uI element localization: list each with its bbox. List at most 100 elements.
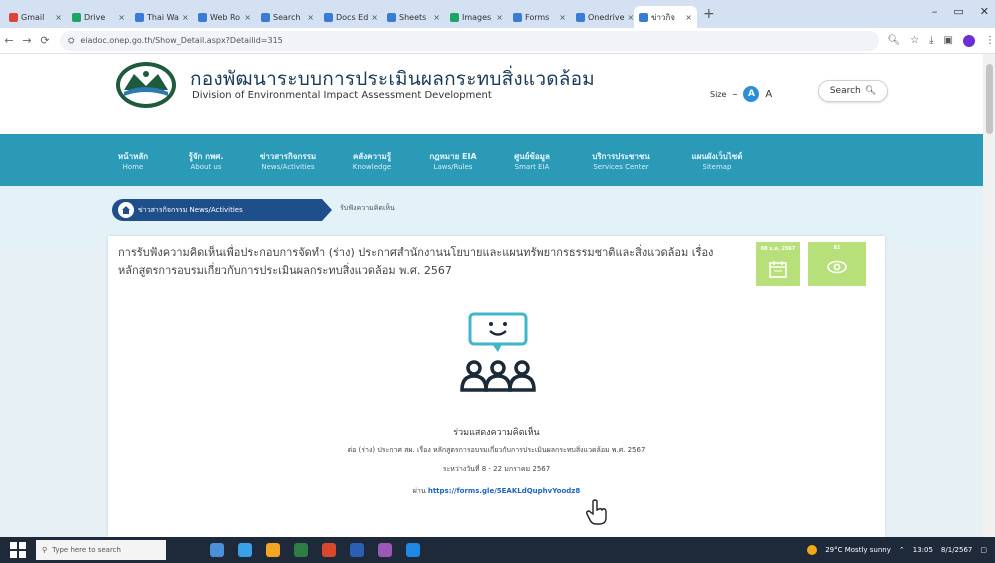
tab-close-icon[interactable]: × xyxy=(182,13,189,22)
size-decrease-button[interactable]: – xyxy=(732,89,737,100)
menu-icon[interactable]: ⋮ xyxy=(985,35,995,46)
download-icon[interactable]: ⤓ xyxy=(929,35,933,46)
font-size-control: Size – A A xyxy=(710,86,772,102)
post-date: 08 ม.ค. 2567 xyxy=(760,246,796,252)
browser-tab[interactable]: Search × xyxy=(256,6,319,28)
tab-close-icon[interactable]: × xyxy=(55,13,62,22)
tab-close-icon[interactable]: × xyxy=(307,13,314,22)
minimize-button[interactable]: – xyxy=(932,5,938,18)
nav-item[interactable]: แผนผังเว็บไซต์ Sitemap xyxy=(676,140,758,180)
join-discussion-link-line: ผ่าน https://forms.gle/5EAKLdQuphvYoodz8 xyxy=(108,486,885,497)
taskbar-app-icon[interactable] xyxy=(322,543,336,557)
size-increase-button[interactable]: A xyxy=(765,89,772,100)
tab-close-icon[interactable]: × xyxy=(685,13,692,22)
clock-time[interactable]: 13:05 xyxy=(913,546,933,554)
weather-text[interactable]: 29°C Mostly sunny xyxy=(825,546,891,554)
taskbar-search-box[interactable]: ⚲ Type here to search xyxy=(36,540,166,560)
breadcrumb-current: รับฟังความคิดเห็น xyxy=(340,204,395,212)
size-default-button[interactable]: A xyxy=(743,86,760,102)
main-navigation: หน้าหลัก Home รู้จัก กพศ. About us ข่าวสารกิ… xyxy=(0,134,983,186)
tab-favicon-icon xyxy=(198,12,207,22)
nav-item-thai: คลังความรู้ xyxy=(352,151,392,161)
profile-avatar[interactable] xyxy=(962,34,975,47)
search-icon: 🔍︎ xyxy=(864,86,877,96)
tab-close-icon[interactable]: × xyxy=(118,13,125,22)
eye-icon xyxy=(827,260,847,274)
taskbar-app-icon[interactable] xyxy=(406,543,420,557)
tab-favicon-icon xyxy=(576,12,585,22)
zoom-icon[interactable]: 🔍︎ xyxy=(887,35,900,46)
forward-arrow-icon[interactable]: → xyxy=(18,34,36,47)
tab-label: Sheets xyxy=(399,12,427,22)
nav-item[interactable]: ข่าวสารกิจกรรม News/Activities xyxy=(248,140,328,180)
nav-item-thai: แผนผังเว็บไซต์ xyxy=(691,151,743,161)
nav-item[interactable]: คลังความรู้ Knowledge xyxy=(336,140,408,180)
reload-icon[interactable]: ⟳ xyxy=(36,34,54,47)
nav-item-english: News/Activities xyxy=(261,162,315,171)
nav-item-thai: หน้าหลัก xyxy=(117,151,149,161)
bookmark-star-icon[interactable]: ☆ xyxy=(910,35,919,46)
taskbar-app-icon[interactable] xyxy=(266,543,280,557)
browser-tab[interactable]: Drive × xyxy=(67,6,130,28)
url-text: eiadoc.onep.go.th/Show_Detail.aspx?Detai… xyxy=(80,36,283,45)
taskbar-app-icon[interactable] xyxy=(210,543,224,557)
page-scrollbar-thumb[interactable] xyxy=(986,64,993,134)
nav-item-english: Laws/Rules xyxy=(433,162,473,171)
back-arrow-icon[interactable]: ← xyxy=(0,34,18,47)
close-window-button[interactable]: ✕ xyxy=(980,5,989,18)
weather-icon xyxy=(807,545,818,555)
browser-tab[interactable]: Sheets × xyxy=(382,6,445,28)
maximize-button[interactable]: ▭ xyxy=(953,5,963,18)
taskbar-app-icon[interactable] xyxy=(294,543,308,557)
browser-tab[interactable]: Docs Ed × xyxy=(319,6,382,28)
tab-favicon-icon xyxy=(135,12,144,22)
nav-item-thai: กฎหมาย EIA xyxy=(429,151,477,161)
toolbar-icons: 🔍︎ ☆ ⤓ ▣ ⋮ xyxy=(887,34,995,47)
nav-item[interactable]: ศูนย์ข้อมูล Smart EIA xyxy=(498,140,566,180)
taskbar-app-icon[interactable] xyxy=(238,543,252,557)
site-search-button[interactable]: Search 🔍︎ xyxy=(818,80,888,102)
browser-tab[interactable]: ข่าวกิจ × xyxy=(634,6,697,28)
nav-item[interactable]: หน้าหลัก Home xyxy=(104,140,162,180)
join-discussion-description: ต่อ (ร่าง) ประกาศ สผ. เรื่อง หลักสูตรการ… xyxy=(347,446,646,454)
google-form-link[interactable]: https://forms.gle/5EAKLdQuphvYoodz8 xyxy=(428,487,580,495)
nav-item-thai: บริการประชาชน xyxy=(592,151,650,161)
tab-label: Drive xyxy=(84,12,106,22)
onep-logo-icon[interactable] xyxy=(114,60,178,110)
join-discussion-title: ร่วมแสดงความคิดเห็น xyxy=(453,428,540,438)
nav-item[interactable]: รู้จัก กพศ. About us xyxy=(176,140,236,180)
sidepanel-icon[interactable]: ▣ xyxy=(944,35,953,46)
browser-tab[interactable]: Web Ro × xyxy=(193,6,256,28)
taskbar-app-icon[interactable] xyxy=(378,543,392,557)
windows-start-icon[interactable] xyxy=(10,542,26,558)
tab-close-icon[interactable]: × xyxy=(559,13,566,22)
tab-close-icon[interactable]: × xyxy=(244,13,251,22)
clock-date[interactable]: 8/1/2567 xyxy=(941,546,972,554)
address-bar[interactable]: ⛭ eiadoc.onep.go.th/Show_Detail.aspx?Det… xyxy=(59,30,880,51)
browser-tab[interactable]: Gmail × xyxy=(4,6,67,28)
tab-label: Thai Wa xyxy=(147,12,179,22)
taskbar-app-icon[interactable] xyxy=(350,543,364,557)
tab-favicon-icon xyxy=(387,12,396,22)
tab-close-icon[interactable]: × xyxy=(433,13,440,22)
home-icon[interactable] xyxy=(118,202,134,218)
tab-label: Onedrive xyxy=(588,12,625,22)
tab-favicon-icon xyxy=(450,12,459,22)
tray-arrow-icon[interactable]: ⌃ xyxy=(899,546,905,554)
tab-close-icon[interactable]: × xyxy=(371,13,378,22)
join-discussion-period: ระหว่างวันที่ 8 - 22 มกราคม 2567 xyxy=(442,465,551,473)
web-page: กองพัฒนาระบบการประเมินผลกระทบสิ่งแวดล้อม… xyxy=(0,54,995,537)
nav-item[interactable]: กฎหมาย EIA Laws/Rules xyxy=(418,140,488,180)
nav-item-english: About us xyxy=(190,162,222,171)
new-tab-button[interactable]: + xyxy=(703,6,715,22)
site-info-icon[interactable]: ⛭ xyxy=(68,36,74,46)
tab-close-icon[interactable]: × xyxy=(496,13,503,22)
browser-tab[interactable]: Images × xyxy=(445,6,508,28)
browser-tab[interactable]: Onedrive × xyxy=(571,6,634,28)
browser-tab[interactable]: Forms × xyxy=(508,6,571,28)
notification-icon[interactable]: ▢ xyxy=(980,546,987,554)
browser-tab[interactable]: Thai Wa × xyxy=(130,6,193,28)
breadcrumb-section[interactable]: ข่าวสารกิจกรรม News/Activities xyxy=(112,199,332,221)
nav-item[interactable]: บริการประชาชน Services Center xyxy=(574,140,668,180)
search-icon: ⚲ xyxy=(42,546,48,554)
